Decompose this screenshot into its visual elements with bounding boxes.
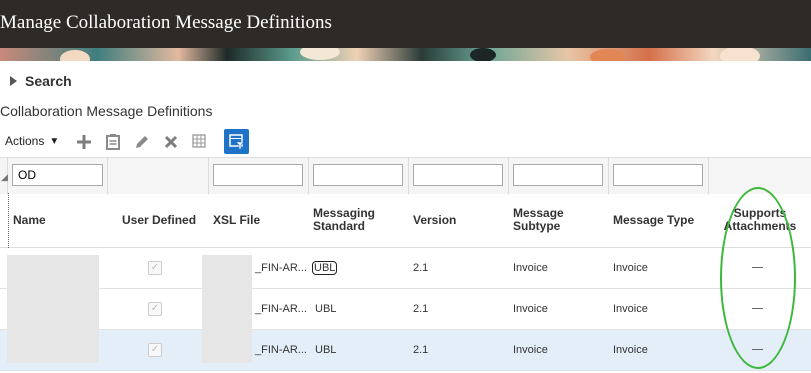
- row-supports-attachments-empty: [752, 349, 763, 350]
- row-version-cell: 2.1: [413, 303, 429, 315]
- row-messaging-standard-cell: UBL: [315, 344, 337, 356]
- row-message-type-cell: Invoice: [613, 303, 648, 315]
- row-message-subtype-cell: Invoice: [513, 303, 548, 315]
- redacted-xsl-file-block: [202, 255, 252, 363]
- freeze-icon[interactable]: [190, 132, 210, 152]
- column-header-message-subtype[interactable]: Message Subtype: [513, 207, 564, 233]
- row-message-subtype-cell: Invoice: [513, 262, 548, 274]
- column-header-supports-attachments[interactable]: Supports Attachments: [722, 207, 798, 233]
- table-row[interactable]: .. ✓ _FIN-AR... UBL 2.1 Invoice Invoice: [0, 248, 811, 289]
- row-messaging-standard-cell: UBL: [315, 303, 337, 315]
- table-row[interactable]: .. ✓ _FIN-AR... UBL 2.1 Invoice Invoice: [0, 289, 811, 330]
- row-xsl-file-cell: _FIN-AR...: [255, 303, 307, 315]
- query-by-example-icon[interactable]: [224, 129, 249, 154]
- table-toolbar: Actions ▼: [0, 128, 811, 156]
- redacted-name-block: [7, 255, 99, 363]
- user-defined-checkbox: ✓: [148, 261, 162, 275]
- caret-down-icon: ▼: [49, 135, 60, 147]
- row-supports-attachments-empty: [752, 267, 763, 268]
- row-message-subtype-cell: Invoice: [513, 344, 548, 356]
- add-icon[interactable]: [74, 132, 94, 152]
- row-version-cell: 2.1: [413, 344, 429, 356]
- page-header: Manage Collaboration Message Definitions: [0, 0, 811, 48]
- row-message-type-cell: Invoice: [613, 262, 648, 274]
- table-row-selected[interactable]: .. ✓ _FIN-AR... UBL 2.1 Invoice Invoice: [0, 330, 811, 371]
- filter-row: ◢: [0, 157, 811, 195]
- row-version-cell: 2.1: [413, 262, 429, 274]
- delete-icon[interactable]: [161, 132, 181, 152]
- section-title: Collaboration Message Definitions: [0, 103, 213, 119]
- column-header-version[interactable]: Version: [413, 214, 456, 227]
- user-defined-checkbox: ✓: [148, 343, 162, 357]
- row-xsl-file-cell: _FIN-AR...: [255, 344, 307, 356]
- column-header-message-type[interactable]: Message Type: [613, 214, 694, 227]
- messaging-standard-filter-input[interactable]: [313, 164, 403, 186]
- xsl-file-filter-input[interactable]: [213, 164, 303, 186]
- row-supports-attachments-empty: [752, 308, 763, 309]
- user-defined-checkbox: ✓: [148, 302, 162, 316]
- name-filter-input[interactable]: [12, 164, 103, 186]
- column-header-supports-attachments-line2: Attachments: [723, 219, 797, 233]
- search-label[interactable]: Search: [25, 73, 72, 89]
- page-title: Manage Collaboration Message Definitions: [0, 12, 332, 33]
- row-messaging-standard-cell: UBL: [311, 261, 338, 275]
- column-divider: [8, 193, 10, 248]
- search-disclosure[interactable]: Search: [10, 71, 72, 91]
- version-filter-input[interactable]: [413, 164, 503, 186]
- expand-triangle-icon[interactable]: [10, 76, 17, 86]
- actions-menu-button[interactable]: Actions ▼: [5, 134, 59, 148]
- column-header-user-defined[interactable]: User Defined: [122, 214, 196, 227]
- column-header-name[interactable]: Name: [13, 214, 46, 227]
- column-header-xsl-file[interactable]: XSL File: [213, 214, 260, 227]
- results-table: ◢ Name User Defined XSL File Messaging S…: [0, 157, 811, 373]
- view-icon[interactable]: [103, 132, 123, 152]
- column-header-messaging-standard[interactable]: Messaging Standard: [313, 207, 375, 233]
- edit-icon[interactable]: [132, 132, 152, 152]
- decorative-banner: [0, 48, 811, 61]
- row-messaging-standard-value[interactable]: UBL: [311, 261, 338, 275]
- row-xsl-file-cell: _FIN-AR...: [255, 262, 307, 274]
- actions-label: Actions: [5, 134, 45, 148]
- row-message-type-cell: Invoice: [613, 344, 648, 356]
- column-header-message-subtype-line2: Subtype: [513, 219, 561, 233]
- table-header-row: Name User Defined XSL File Messaging Sta…: [0, 194, 811, 248]
- message-subtype-filter-input[interactable]: [513, 164, 603, 186]
- resize-handle-icon[interactable]: ◢: [1, 172, 8, 183]
- column-header-messaging-standard-line2: Standard: [313, 219, 366, 233]
- message-type-filter-input[interactable]: [613, 164, 703, 186]
